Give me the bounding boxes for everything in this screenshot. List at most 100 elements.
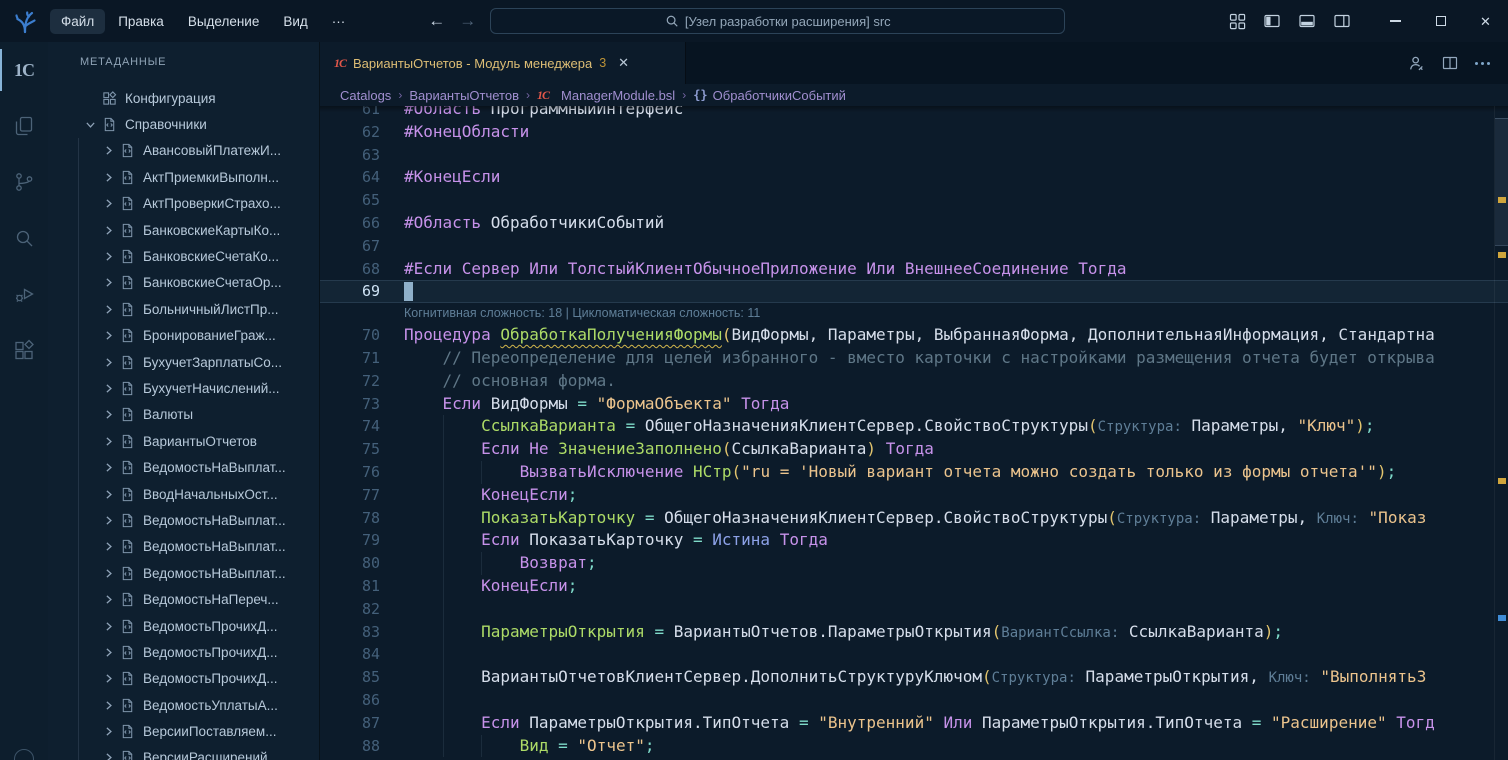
tree-item-ВедомостьНаВыплат[interactable]: ВедомостьНаВыплат... (48, 507, 319, 533)
breadcrumb-item[interactable]: {} ОбработчикиСобытий (693, 88, 846, 103)
code-line-79[interactable]: 79 Если ПоказатьКарточку = Истина Тогда (320, 529, 1508, 553)
minimize-button[interactable] (1373, 0, 1418, 42)
tree-item-БанковскиеКартыКо[interactable]: БанковскиеКартыКо... (48, 217, 319, 243)
code-line-87[interactable]: 87 Если ПараметрыОткрытия.ТипОтчета = "В… (320, 711, 1508, 735)
tree-item-БронированиеГраж[interactable]: БронированиеГраж... (48, 323, 319, 349)
tree-item-ВариантыОтчетов[interactable]: ВариантыОтчетов (48, 428, 319, 454)
tree-item-АктПроверкиСтрахо[interactable]: АктПроверкиСтрахо... (48, 191, 319, 217)
code-line-66[interactable]: 66 #Область ОбработчикиСобытий (320, 212, 1508, 235)
menu-item[interactable]: ··· (321, 9, 357, 34)
activity-search[interactable] (0, 210, 48, 266)
code-line-81[interactable]: 81 КонецЕсли; (320, 574, 1508, 598)
tree-item-ВедомостьНаВыплат[interactable]: ВедомостьНаВыплат... (48, 454, 319, 480)
menu-item[interactable]: Выделение (177, 9, 271, 34)
tree-item-БанковскиеСчетаОр[interactable]: БанковскиеСчетаОр... (48, 270, 319, 296)
code-line-88[interactable]: 88 Вид = "Отчет"; (320, 734, 1508, 758)
activity-run-debug[interactable] (0, 266, 48, 322)
code-line-72[interactable]: 72 // основная форма. (320, 370, 1508, 393)
tree-item-БухучетНачислений[interactable]: БухучетНачислений... (48, 375, 319, 401)
code-line-61[interactable]: 61 #Область ПрограммныйИнтерфейс (320, 106, 1508, 121)
code-line-84[interactable]: 84 (320, 643, 1508, 667)
code-line-76[interactable]: 76 ВызватьИсключение НСтр("ru = 'Новый в… (320, 460, 1508, 484)
menu-item[interactable]: Файл (50, 8, 106, 34)
code-line-86[interactable]: 86 (320, 688, 1508, 712)
codelens-complexity[interactable]: Когнитивная сложность: 18 | Цикломатичес… (320, 303, 1508, 324)
tree-item-БухучетЗарплатыСо[interactable]: БухучетЗарплатыСо... (48, 349, 319, 375)
tree-item-ВедомостьНаПереч[interactable]: ВедомостьНаПереч... (48, 586, 319, 612)
code-line-83[interactable]: 83 ПараметрыОткрытия = ВариантыОтчетов.П… (320, 620, 1508, 644)
menu-item[interactable]: Правка (107, 9, 175, 34)
code-line-75[interactable]: 75 Если Не ЗначениеЗаполнено(СсылкаВариа… (320, 438, 1508, 461)
tree-item-ВедомостьНаВыплат[interactable]: ВедомостьНаВыплат... (48, 534, 319, 560)
scrollbar-slider[interactable] (1495, 118, 1508, 246)
tree-item-ВедомостьНаВыплат[interactable]: ВедомостьНаВыплат... (48, 560, 319, 586)
close-button[interactable]: ✕ (1463, 0, 1508, 42)
file-code-icon (118, 196, 136, 211)
code-line-63[interactable]: 63 (320, 144, 1508, 167)
activity-1c-metadata[interactable]: 1С (0, 42, 48, 98)
line-number: 75 (361, 440, 380, 459)
maximize-button[interactable] (1418, 0, 1463, 42)
editor-group: 1С ВариантыОтчетов - Модуль менеджера 3 … (320, 42, 1508, 760)
ruler-warning-marker (1498, 478, 1506, 484)
tree-item-ВерсииРасширений[interactable]: ВерсииРасширений (48, 745, 319, 760)
code-line-80[interactable]: 80 Возврат; (320, 552, 1508, 575)
toggle-secondary-sidebar-icon[interactable] (1333, 12, 1351, 30)
tree-item-ВерсииПоставляем[interactable]: ВерсииПоставляем... (48, 718, 319, 744)
tree-item-БольничныйЛистПр[interactable]: БольничныйЛистПр... (48, 296, 319, 322)
code-line-70[interactable]: 70 Процедура ОбработкаПолученияФормы(ВидФ… (320, 324, 1508, 347)
code-line-82[interactable]: 82 (320, 597, 1508, 621)
tree-item-БанковскиеСчетаКо[interactable]: БанковскиеСчетаКо... (48, 243, 319, 269)
breadcrumb-item[interactable]: Catalogs (340, 88, 391, 103)
menu-item[interactable]: Вид (272, 9, 318, 34)
tree-item-ВедомостьПрочихД[interactable]: ВедомостьПрочихД... (48, 639, 319, 665)
nav-back-button[interactable]: ← (428, 11, 445, 31)
command-center-search[interactable]: [Узел разработки расширения] src (490, 8, 1066, 34)
code-line-85[interactable]: 85 ВариантыОтчетовКлиентСервер.Дополнить… (320, 666, 1508, 689)
code-line-68[interactable]: 68 #Если Сервер Или ТолстыйКлиентОбычноеП… (320, 258, 1508, 281)
tab-variants-reports[interactable]: 1С ВариантыОтчетов - Модуль менеджера 3 … (320, 42, 686, 84)
code-editor[interactable]: 61 #Область ПрограммныйИнтерфейс 62 #КонецО… (320, 106, 1508, 760)
tab-close-icon[interactable]: ✕ (618, 55, 629, 71)
more-actions-icon[interactable] (1475, 61, 1490, 65)
code-line-69[interactable]: 69 (320, 280, 1508, 304)
toggle-primary-sidebar-icon[interactable] (1263, 12, 1281, 30)
code-line-64[interactable]: 64 #КонецЕсли (320, 166, 1508, 189)
code-line-73[interactable]: 73 Если ВидФормы = "ФормаОбъекта" Тогда (320, 393, 1508, 416)
tree-item-ВедомостьУплатыА[interactable]: ВедомостьУплатыА... (48, 692, 319, 718)
code-line-74[interactable]: 74 СсылкаВарианта = ОбщегоНазначенияКлие… (320, 415, 1508, 439)
toggle-panel-icon[interactable] (1298, 12, 1316, 30)
breadcrumb-item[interactable]: 1С ManagerModule.bsl (537, 88, 675, 103)
code-line-71[interactable]: 71 // Переопределение для целей избранно… (320, 347, 1508, 370)
file-code-icon (122, 381, 132, 396)
file-code-icon (118, 671, 136, 686)
nav-forward-button[interactable]: → (459, 11, 476, 31)
tree-item-ВедомостьПрочихД[interactable]: ВедомостьПрочихД... (48, 666, 319, 692)
activity-source-control[interactable] (0, 154, 48, 210)
breadcrumb-item[interactable]: ВариантыОтчетов (409, 88, 519, 103)
code-line-78[interactable]: 78 ПоказатьКарточку = ОбщегоНазначенияКл… (320, 506, 1508, 530)
code-line-65[interactable]: 65 (320, 189, 1508, 212)
code-line-77[interactable]: 77 КонецЕсли; (320, 483, 1508, 507)
close-icon: ✕ (1480, 13, 1491, 29)
tree-item-АвансовыйПлатежИ[interactable]: АвансовыйПлатежИ... (48, 138, 319, 164)
tree-item-Справочники[interactable]: Справочники (48, 111, 319, 137)
tree-item-АктПриемкиВыполн[interactable]: АктПриемкиВыполн... (48, 164, 319, 190)
chevron-icon (98, 197, 118, 210)
tree-item-Валюты[interactable]: Валюты (48, 402, 319, 428)
overview-ruler[interactable] (1494, 106, 1508, 760)
tree-item-ВводНачальныхОст[interactable]: ВводНачальныхОст... (48, 481, 319, 507)
account-icon[interactable] (14, 749, 34, 760)
activity-bar: 1С (0, 42, 48, 760)
code-line-67[interactable]: 67 (320, 235, 1508, 258)
activity-extensions[interactable] (0, 322, 48, 378)
indent-guide (442, 688, 444, 712)
customize-layout-icon[interactable] (1229, 13, 1246, 30)
account-key-icon[interactable] (1408, 55, 1425, 72)
code-line-62[interactable]: 62 #КонецОбласти (320, 121, 1508, 144)
tree-item-Конфигурация[interactable]: Конфигурация (48, 85, 319, 111)
activity-pages[interactable] (0, 98, 48, 154)
tree-item-ВедомостьПрочихД[interactable]: ВедомостьПрочихД... (48, 613, 319, 639)
file-code-icon (118, 513, 136, 528)
split-editor-icon[interactable] (1442, 55, 1458, 71)
